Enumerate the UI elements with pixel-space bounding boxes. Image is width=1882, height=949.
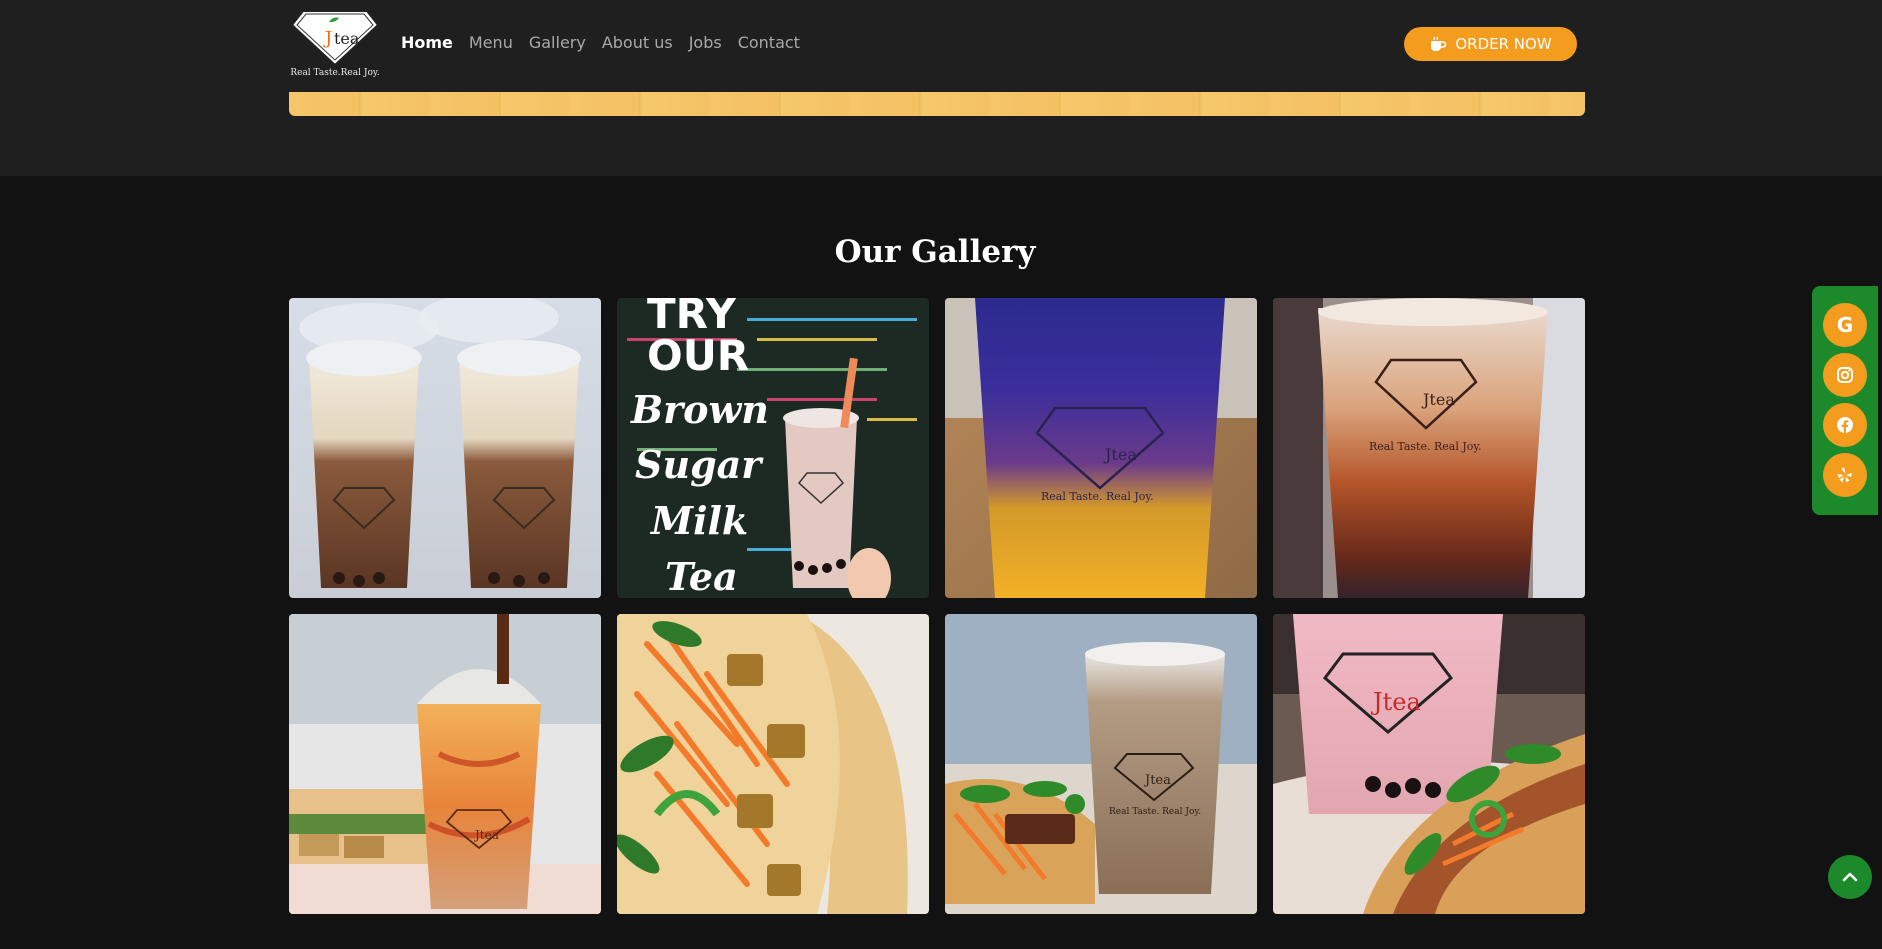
svg-text:tea: tea [334,29,360,48]
instagram-glyph-icon [1837,367,1853,383]
promo-sugar: Sugar [635,442,764,487]
promo-tea: Tea [665,554,738,598]
cup-brand-text: Jtea [1421,390,1455,409]
gallery-image-mango-smoothie-banh-mi[interactable]: Jtea [289,614,601,914]
gallery-image-butterfly-pea-tea[interactable]: Jtea Real Taste. Real Joy. [945,298,1257,598]
gallery-title: Our Gallery [834,234,1036,270]
promo-milk: Milk [649,498,748,543]
promo-our: OUR [647,331,749,380]
cup-brand-text: Jtea [473,828,499,842]
svg-text:J: J [323,28,332,49]
facebook-glyph-icon [1837,417,1853,433]
gallery-image-milk-teas[interactable] [289,298,601,598]
nav-home[interactable]: Home [401,32,453,54]
scroll-to-top-button[interactable] [1828,855,1872,899]
site-header: J tea Real Taste.Real Joy. Home Menu Gal… [0,0,1882,176]
gallery-image-strawberry-milk-tea-banh-mi[interactable]: Jtea [1273,614,1585,914]
chevron-up-icon [1842,872,1858,882]
cup-brand-text: Jtea [1103,445,1137,464]
nav-contact[interactable]: Contact [738,32,800,54]
cup-tagline-text: Real Taste. Real Joy. [1369,440,1482,453]
main-nav: Home Menu Gallery About us Jobs Contact [401,32,800,54]
google-icon[interactable]: G [1823,303,1867,347]
order-now-button[interactable]: ORDER NOW [1404,27,1577,61]
cup-brand-text: Jtea [1143,773,1171,788]
gallery-image-coffee-banh-mi[interactable]: Jtea Real Taste. Real Joy. [945,614,1257,914]
cup-tagline-text: Real Taste. Real Joy. [1041,490,1154,503]
jtea-logo[interactable]: J tea Real Taste.Real Joy. [289,8,381,82]
gallery-image-tofu-banh-mi[interactable] [617,614,929,914]
nav-jobs[interactable]: Jobs [689,32,722,54]
instagram-icon[interactable] [1823,353,1867,397]
facebook-icon[interactable] [1823,403,1867,447]
logo-tagline: Real Taste.Real Joy. [290,68,380,78]
hero-banner-bottom [289,92,1585,116]
coffee-cup-icon [1431,36,1447,51]
yelp-icon[interactable] [1823,453,1867,497]
gallery-image-brown-sugar-milk-tea[interactable]: TRY OUR Brown Sugar Milk Tea [617,298,929,598]
order-now-label: ORDER NOW [1455,35,1552,53]
nav-about-us[interactable]: About us [602,32,673,54]
nav-menu[interactable]: Menu [469,32,513,54]
diamond-logo-icon: J tea [290,10,380,67]
yelp-glyph-icon [1837,467,1852,483]
nav-gallery[interactable]: Gallery [529,32,586,54]
cup-tagline-text: Real Taste. Real Joy. [1109,807,1201,817]
promo-brown: Brown [630,387,769,432]
social-sidebar: G [1812,286,1878,515]
gallery-image-thai-tea[interactable]: Jtea Real Taste. Real Joy. [1273,298,1585,598]
google-glyph: G [1836,313,1854,337]
cup-brand-text: Jtea [1370,688,1421,716]
